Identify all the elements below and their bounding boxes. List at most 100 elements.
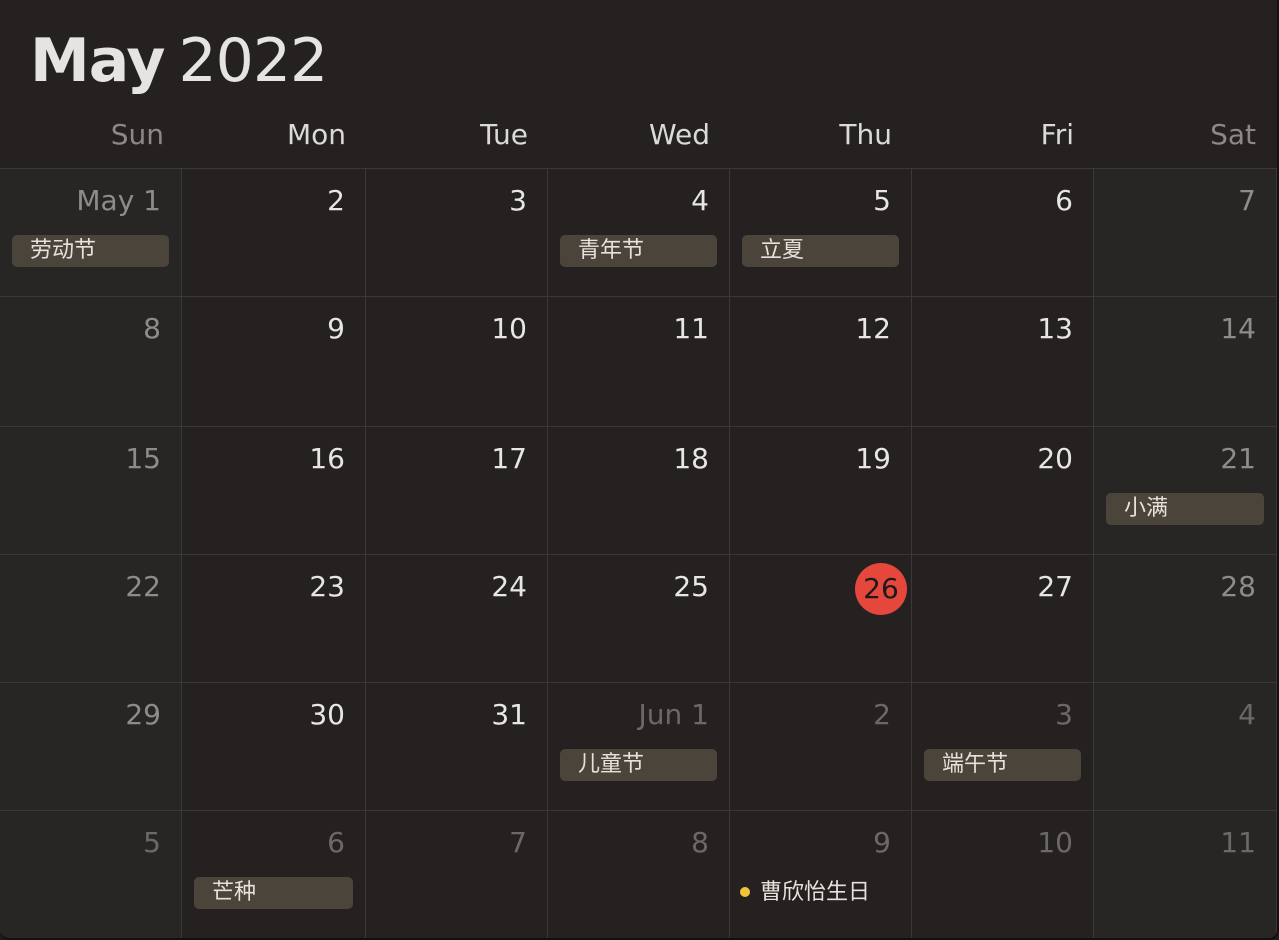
day-cell-sat[interactable]: 11 — [1094, 811, 1277, 938]
day-cell-thu[interactable]: 12 — [730, 297, 912, 427]
day-number: 3 — [1055, 698, 1073, 731]
day-number: 10 — [1037, 826, 1073, 859]
holiday-event[interactable]: 儿童节 — [560, 749, 717, 781]
day-number: 9 — [873, 826, 891, 859]
holiday-event[interactable]: 青年节 — [560, 235, 717, 267]
day-number: 27 — [1037, 570, 1073, 603]
day-cell-thu[interactable]: 26 — [730, 555, 912, 683]
day-cell-thu[interactable]: 2 — [730, 683, 912, 811]
day-cell-thu[interactable]: 5 立夏 — [730, 169, 912, 297]
day-cell-sun[interactable]: 8 — [0, 297, 182, 427]
month-year-title: May 2022 — [30, 26, 328, 96]
day-number: 21 — [1220, 442, 1256, 475]
weekday-fri: Fri — [1040, 118, 1074, 151]
day-cell-tue[interactable]: 17 — [366, 427, 548, 555]
day-number: 29 — [125, 698, 161, 731]
weekday-mon: Mon — [286, 118, 346, 151]
day-cell-mon[interactable]: 2 — [182, 169, 366, 297]
weekday-wed: Wed — [648, 118, 710, 151]
day-cell-mon[interactable]: 6 芒种 — [182, 811, 366, 938]
day-number: Jun 1 — [638, 698, 709, 731]
day-number: 12 — [855, 312, 891, 345]
day-cell-sat[interactable]: 21 小满 — [1094, 427, 1277, 555]
day-number: 4 — [1238, 698, 1256, 731]
day-cell-mon[interactable]: 23 — [182, 555, 366, 683]
today-date-badge: 26 — [855, 563, 907, 615]
day-cell-sat[interactable]: 7 — [1094, 169, 1277, 297]
day-number: 19 — [855, 442, 891, 475]
day-number: 18 — [673, 442, 709, 475]
year-label: 2022 — [178, 26, 328, 96]
day-number: 10 — [491, 312, 527, 345]
day-number: 2 — [327, 184, 345, 217]
day-number: 22 — [125, 570, 161, 603]
day-number: 2 — [873, 698, 891, 731]
day-number: 20 — [1037, 442, 1073, 475]
month-label: May — [30, 26, 165, 96]
weekday-sun: Sun — [110, 118, 164, 151]
day-cell-wed[interactable]: 11 — [548, 297, 730, 427]
day-number: 13 — [1037, 312, 1073, 345]
day-cell-sun[interactable]: 29 — [0, 683, 182, 811]
calendar-header: May 2022 Sun Mon Tue Wed Thu Fri Sat — [0, 0, 1277, 168]
day-number: 4 — [691, 184, 709, 217]
day-cell-thu[interactable]: 9 曹欣怡生日 — [730, 811, 912, 938]
day-cell-sun[interactable]: 22 — [0, 555, 182, 683]
day-cell-thu[interactable]: 19 — [730, 427, 912, 555]
day-cell-wed[interactable]: Jun 1 儿童节 — [548, 683, 730, 811]
day-number: 23 — [309, 570, 345, 603]
day-cell-tue[interactable]: 24 — [366, 555, 548, 683]
day-number: 25 — [673, 570, 709, 603]
day-cell-wed[interactable]: 18 — [548, 427, 730, 555]
day-cell-mon[interactable]: 16 — [182, 427, 366, 555]
day-cell-sat[interactable]: 14 — [1094, 297, 1277, 427]
day-cell-sat[interactable]: 28 — [1094, 555, 1277, 683]
day-cell-tue[interactable]: 31 — [366, 683, 548, 811]
day-number: 11 — [673, 312, 709, 345]
day-cell-mon[interactable]: 30 — [182, 683, 366, 811]
month-grid: May 1 劳动节 2 3 4 青年节 5 立夏 6 7 8 9 10 11 12 13 14 15 16 17 18 1… — [0, 168, 1277, 938]
day-number: 8 — [143, 312, 161, 345]
day-cell-fri[interactable]: 13 — [912, 297, 1094, 427]
day-number: 24 — [491, 570, 527, 603]
calendar-window: May 2022 Sun Mon Tue Wed Thu Fri Sat May … — [0, 0, 1279, 940]
holiday-event[interactable]: 劳动节 — [12, 235, 169, 267]
event-dot-icon — [740, 887, 750, 897]
day-cell-sat[interactable]: 4 — [1094, 683, 1277, 811]
day-cell-tue[interactable]: 10 — [366, 297, 548, 427]
holiday-event[interactable]: 小满 — [1106, 493, 1264, 525]
day-number: 14 — [1220, 312, 1256, 345]
birthday-event[interactable]: 曹欣怡生日 — [740, 877, 870, 909]
day-cell-fri[interactable]: 27 — [912, 555, 1094, 683]
day-cell-tue[interactable]: 7 — [366, 811, 548, 938]
day-number: 28 — [1220, 570, 1256, 603]
day-cell-fri[interactable]: 20 — [912, 427, 1094, 555]
holiday-event[interactable]: 端午节 — [924, 749, 1081, 781]
day-cell-sun[interactable]: 5 — [0, 811, 182, 938]
day-cell-wed[interactable]: 4 青年节 — [548, 169, 730, 297]
day-number: 6 — [327, 826, 345, 859]
day-number: 5 — [873, 184, 891, 217]
day-number: 5 — [143, 826, 161, 859]
day-number: 6 — [1055, 184, 1073, 217]
day-number: 16 — [309, 442, 345, 475]
day-number: 31 — [491, 698, 527, 731]
weekday-thu: Thu — [839, 118, 892, 151]
day-cell-wed[interactable]: 8 — [548, 811, 730, 938]
day-number: 8 — [691, 826, 709, 859]
day-cell-fri[interactable]: 3 端午节 — [912, 683, 1094, 811]
event-title: 曹欣怡生日 — [760, 880, 871, 905]
day-cell-fri[interactable]: 10 — [912, 811, 1094, 938]
day-cell-tue[interactable]: 3 — [366, 169, 548, 297]
day-cell-mon[interactable]: 9 — [182, 297, 366, 427]
holiday-event[interactable]: 立夏 — [742, 235, 899, 267]
day-number: 30 — [309, 698, 345, 731]
day-number: 3 — [509, 184, 527, 217]
day-number: 7 — [509, 826, 527, 859]
holiday-event[interactable]: 芒种 — [194, 877, 353, 909]
day-cell-fri[interactable]: 6 — [912, 169, 1094, 297]
day-cell-sun[interactable]: 15 — [0, 427, 182, 555]
day-cell-wed[interactable]: 25 — [548, 555, 730, 683]
day-number: 7 — [1238, 184, 1256, 217]
day-cell-sun[interactable]: May 1 劳动节 — [0, 169, 182, 297]
